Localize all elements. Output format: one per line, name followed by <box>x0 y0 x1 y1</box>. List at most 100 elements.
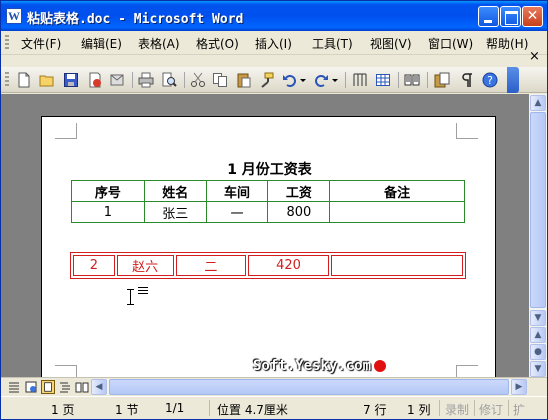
toolbar-separator <box>184 72 185 88</box>
cut-icon[interactable] <box>190 72 206 88</box>
format-painter-icon[interactable] <box>259 72 275 88</box>
menu-insert[interactable]: 插入(I) <box>255 35 292 52</box>
previous-page-icon[interactable]: ▲ <box>530 327 546 343</box>
scroll-right-icon[interactable]: ▶ <box>511 379 527 395</box>
paste-icon[interactable] <box>236 72 252 88</box>
next-page-icon[interactable]: ▼ <box>530 361 546 377</box>
menu-file[interactable]: 文件(F) <box>21 35 61 52</box>
maximize-button[interactable] <box>500 6 521 27</box>
scroll-left-icon[interactable]: ◀ <box>91 379 107 395</box>
status-ext[interactable]: 扩 <box>513 401 525 418</box>
show-hide-icon[interactable] <box>459 72 475 88</box>
document-area: 1 月份工资表 序号 姓名 车间 工资 备注 1 张三 一 800 2 赵六 二… <box>1 94 529 377</box>
status-divider <box>508 400 509 416</box>
columns-icon[interactable] <box>352 72 368 88</box>
table-cell[interactable]: 420 <box>248 255 329 276</box>
table-cell[interactable]: 2 <box>73 255 115 276</box>
menu-help[interactable]: 帮助(H) <box>486 35 528 52</box>
redo-icon[interactable] <box>313 72 329 88</box>
toolbar-grip-icon[interactable] <box>5 72 9 88</box>
minimize-button[interactable] <box>478 6 499 27</box>
status-trk[interactable]: 修订 <box>479 401 503 418</box>
normal-view-icon[interactable] <box>7 380 21 394</box>
table-row: 1 张三 一 800 <box>71 201 465 223</box>
select-browse-object-icon[interactable]: ● <box>530 344 546 360</box>
word-doc-icon[interactable]: W <box>6 8 22 24</box>
outline-view-icon[interactable] <box>58 380 72 394</box>
horizontal-scrollbar[interactable]: ◀ ▶ <box>91 379 527 395</box>
status-page-of[interactable]: 1/1 <box>165 401 184 415</box>
open-icon[interactable] <box>39 72 55 88</box>
permission-icon[interactable] <box>87 72 103 88</box>
window-title: 粘贴表格.doc - Microsoft Word <box>27 12 244 27</box>
table-header[interactable]: 序号 <box>71 180 145 202</box>
email-icon[interactable] <box>109 72 125 88</box>
status-bar: 1 页 1 节 1/1 位置 4.7厘米 7 行 1 列 录制 修订 扩 <box>1 396 547 419</box>
toolbar-separator <box>427 72 428 88</box>
copy-icon[interactable] <box>212 72 228 88</box>
table-cell[interactable]: 张三 <box>143 201 207 223</box>
margin-corner-mark <box>55 365 77 377</box>
table-cell[interactable] <box>329 201 465 223</box>
status-column[interactable]: 1 列 <box>407 401 430 418</box>
word-window: W 粘贴表格.doc - Microsoft Word ✕ 文件(F) 编辑(E… <box>0 0 548 420</box>
document-page[interactable]: 1 月份工资表 序号 姓名 车间 工资 备注 1 张三 一 800 2 赵六 二… <box>41 116 496 377</box>
menu-edit[interactable]: 编辑(E) <box>81 35 122 52</box>
undo-icon[interactable] <box>282 72 298 88</box>
table-header[interactable]: 备注 <box>329 180 465 202</box>
toolbar-separator <box>345 72 346 88</box>
close-document-icon[interactable]: × <box>529 49 540 64</box>
status-line[interactable]: 7 行 <box>363 401 386 418</box>
table-cell[interactable] <box>330 255 463 276</box>
horizontal-scroll-thumb[interactable] <box>109 379 509 395</box>
menu-tools[interactable]: 工具(T) <box>312 35 353 52</box>
menu-view[interactable]: 视图(V) <box>370 35 412 52</box>
salary-table[interactable]: 序号 姓名 车间 工资 备注 1 张三 一 800 <box>71 180 465 223</box>
close-button[interactable]: ✕ <box>522 6 543 27</box>
scroll-up-icon[interactable]: ▲ <box>530 95 546 111</box>
table-header-row: 序号 姓名 车间 工资 备注 <box>71 180 465 202</box>
title-bar[interactable]: W 粘贴表格.doc - Microsoft Word ✕ <box>1 1 547 31</box>
reading-layout-view-icon[interactable] <box>75 380 89 394</box>
document-title[interactable]: 1 月份工资表 <box>42 159 497 179</box>
watermark-logo-icon <box>373 359 387 373</box>
vertical-scroll-thumb[interactable] <box>530 112 546 308</box>
undo-dropdown-icon[interactable] <box>299 72 307 88</box>
table-icon[interactable] <box>375 72 391 88</box>
print-preview-icon[interactable] <box>161 72 177 88</box>
status-section[interactable]: 1 节 <box>115 401 138 418</box>
vertical-scrollbar[interactable]: ▲ ▼ ▲ ● ▼ <box>529 94 547 377</box>
pasted-table-row[interactable]: 2 赵六 二 420 <box>70 252 466 279</box>
research-icon[interactable] <box>434 72 450 88</box>
save-icon[interactable] <box>63 72 79 88</box>
print-layout-view-icon[interactable] <box>41 380 55 394</box>
table-cell[interactable]: 1 <box>71 201 145 223</box>
scroll-down-icon[interactable]: ▼ <box>530 310 546 326</box>
web-layout-view-icon[interactable] <box>24 380 38 394</box>
redo-dropdown-icon[interactable] <box>331 72 339 88</box>
table-header[interactable]: 姓名 <box>143 180 207 202</box>
toolbar-options-button[interactable] <box>507 67 519 93</box>
read-icon[interactable] <box>404 72 420 88</box>
menu-format[interactable]: 格式(O) <box>196 35 239 52</box>
status-position[interactable]: 位置 4.7厘米 <box>217 401 288 418</box>
menu-grip-icon[interactable] <box>5 35 9 51</box>
table-cell[interactable]: 赵六 <box>116 255 174 276</box>
table-cell[interactable]: 一 <box>205 201 269 223</box>
table-cell[interactable]: 二 <box>175 255 247 276</box>
table-header[interactable]: 车间 <box>205 180 269 202</box>
svg-text:?: ? <box>487 74 493 87</box>
menu-window[interactable]: 窗口(W) <box>428 35 473 52</box>
table-cell[interactable]: 800 <box>267 201 331 223</box>
standard-toolbar: ? <box>1 67 547 93</box>
new-icon[interactable] <box>16 72 32 88</box>
status-page[interactable]: 1 页 <box>51 401 74 418</box>
toolbar-separator <box>132 72 133 88</box>
margin-corner-mark <box>456 123 478 139</box>
watermark-text: Soft.Yesky.com <box>253 358 372 374</box>
menu-table[interactable]: 表格(A) <box>138 35 180 52</box>
table-header[interactable]: 工资 <box>267 180 331 202</box>
status-rec[interactable]: 录制 <box>445 401 469 418</box>
print-icon[interactable] <box>138 72 154 88</box>
help-icon[interactable]: ? <box>482 72 498 88</box>
